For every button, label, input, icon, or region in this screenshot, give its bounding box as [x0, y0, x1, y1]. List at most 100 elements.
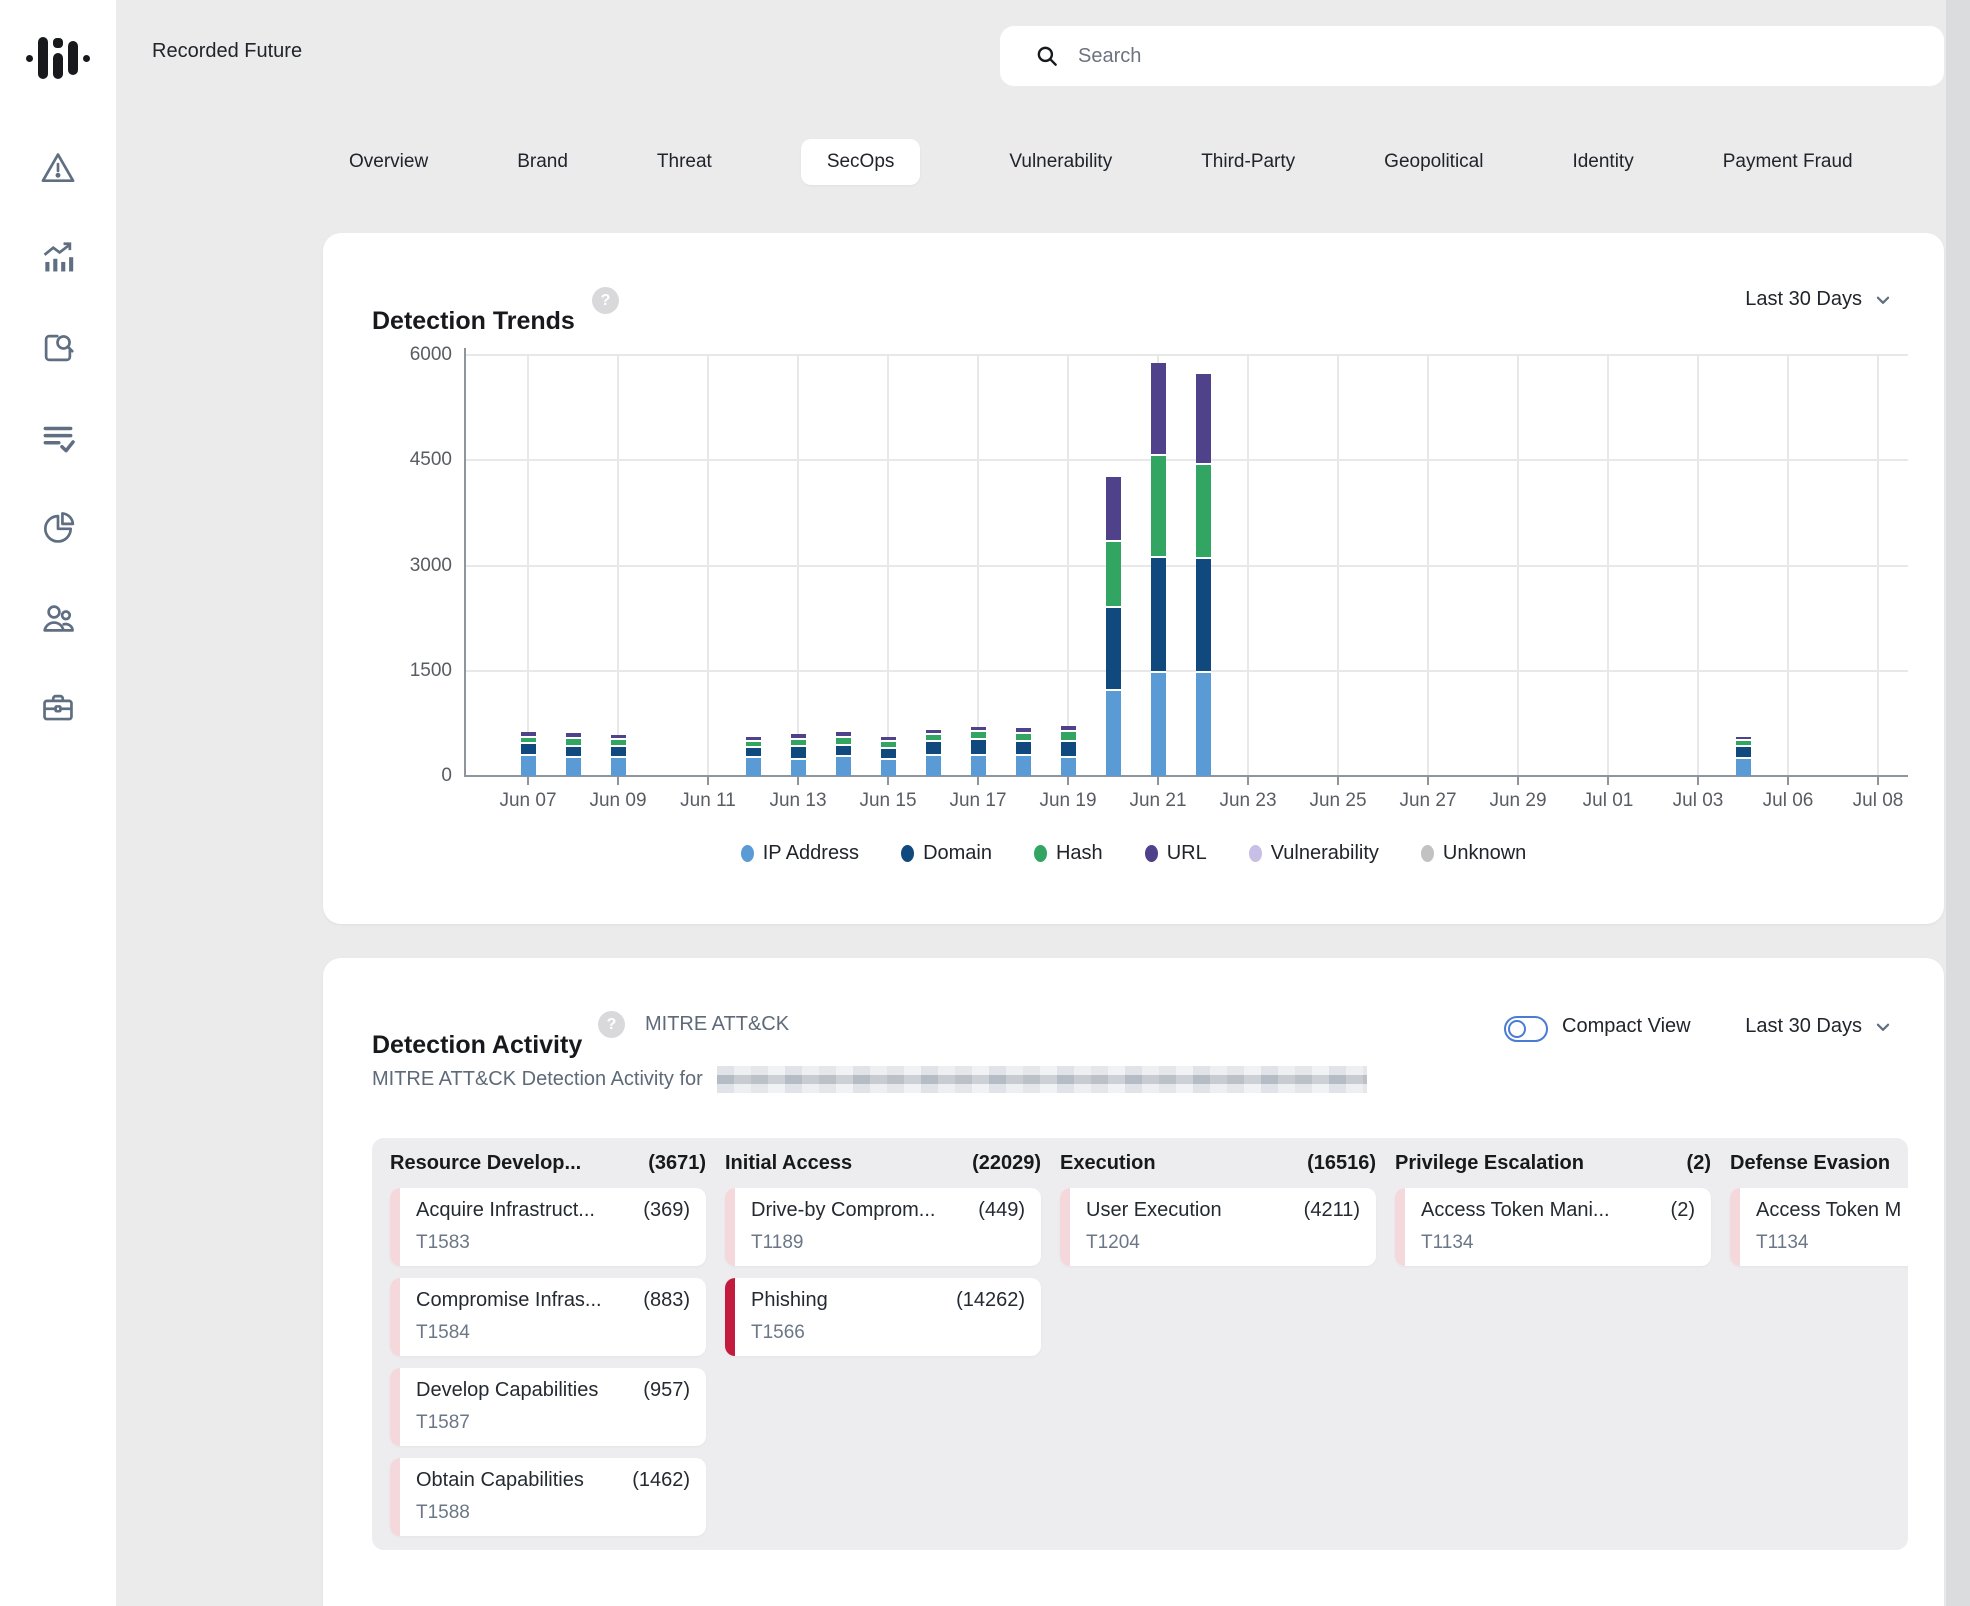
legend-item-unknown[interactable]: Unknown — [1421, 842, 1526, 865]
technique-card-t1584[interactable]: Compromise Infras...(883)T1584 — [390, 1278, 706, 1356]
bar-segment-ip-address[interactable] — [1061, 758, 1076, 776]
bar-segment-url[interactable] — [1196, 374, 1211, 465]
bar-segment-domain[interactable] — [1736, 747, 1751, 759]
bar-segment-hash[interactable] — [566, 739, 581, 747]
technique-card-t1204[interactable]: User Execution(4211)T1204 — [1060, 1188, 1376, 1266]
alert-triangle-icon[interactable] — [38, 148, 78, 188]
bar-segment-hash[interactable] — [1016, 734, 1031, 742]
bar-segment-hash[interactable] — [1151, 456, 1166, 558]
compact-view-toggle[interactable] — [1504, 1016, 1548, 1042]
bar-segment-url[interactable] — [1736, 737, 1751, 741]
bar-segment-ip-address[interactable] — [1106, 691, 1121, 776]
search-bar[interactable] — [1000, 26, 1944, 86]
bar-segment-domain[interactable] — [1196, 559, 1211, 673]
bar-segment-url[interactable] — [1106, 477, 1121, 542]
bar-segment-domain[interactable] — [881, 749, 896, 760]
list-check-icon[interactable] — [38, 418, 78, 458]
trends-time-range-select[interactable]: Last 30 Days — [1745, 288, 1892, 311]
tab-overview[interactable]: Overview — [349, 151, 428, 173]
briefcase-icon[interactable] — [38, 688, 78, 728]
legend-item-hash[interactable]: Hash — [1034, 842, 1103, 865]
tab-geopolitical[interactable]: Geopolitical — [1384, 151, 1483, 173]
bar-segment-ip-address[interactable] — [1151, 673, 1166, 776]
bar-segment-url[interactable] — [1151, 363, 1166, 456]
bar-chart-icon[interactable] — [38, 238, 78, 278]
bar-segment-hash[interactable] — [926, 735, 941, 741]
bar-segment-ip-address[interactable] — [1196, 673, 1211, 776]
help-icon[interactable]: ? — [592, 287, 619, 314]
legend-item-url[interactable]: URL — [1145, 842, 1207, 865]
bar-segment-url[interactable] — [1061, 726, 1076, 733]
pie-chart-icon[interactable] — [38, 508, 78, 548]
technique-card-t1134[interactable]: Access Token MT1134 — [1730, 1188, 1908, 1266]
bar-segment-hash[interactable] — [881, 742, 896, 748]
bar-segment-domain[interactable] — [611, 747, 626, 758]
tab-payment-fraud[interactable]: Payment Fraud — [1723, 151, 1853, 173]
activity-time-range-select[interactable]: Last 30 Days — [1745, 1015, 1892, 1038]
bar-segment-url[interactable] — [611, 735, 626, 741]
technique-card-t1134[interactable]: Access Token Mani...(2)T1134 — [1395, 1188, 1711, 1266]
bar-segment-ip-address[interactable] — [881, 760, 896, 776]
bar-segment-ip-address[interactable] — [1736, 759, 1751, 776]
bar-segment-url[interactable] — [1016, 728, 1031, 734]
legend-item-ip-address[interactable]: IP Address — [741, 842, 859, 865]
help-icon[interactable]: ? — [598, 1011, 625, 1038]
tab-third-party[interactable]: Third-Party — [1201, 151, 1295, 173]
legend-item-vulnerability[interactable]: Vulnerability — [1249, 842, 1379, 865]
legend-item-domain[interactable]: Domain — [901, 842, 992, 865]
tab-secops[interactable]: SecOps — [801, 139, 921, 185]
bar-segment-ip-address[interactable] — [611, 758, 626, 776]
bar-segment-url[interactable] — [746, 737, 761, 742]
bar-segment-ip-address[interactable] — [926, 756, 941, 776]
bar-segment-ip-address[interactable] — [791, 760, 806, 776]
bar-segment-hash[interactable] — [971, 732, 986, 740]
search-input[interactable] — [1076, 44, 1944, 69]
bar-segment-url[interactable] — [791, 734, 806, 740]
bar-segment-hash[interactable] — [836, 738, 851, 746]
bar-segment-domain[interactable] — [566, 747, 581, 758]
bar-segment-hash[interactable] — [521, 738, 536, 744]
bar-segment-domain[interactable] — [1151, 558, 1166, 672]
bar-segment-ip-address[interactable] — [566, 758, 581, 776]
bar-segment-domain[interactable] — [971, 740, 986, 755]
bar-segment-hash[interactable] — [1196, 465, 1211, 559]
bar-segment-domain[interactable] — [746, 748, 761, 759]
bar-segment-domain[interactable] — [791, 747, 806, 760]
bar-segment-url[interactable] — [926, 730, 941, 735]
technique-card-t1583[interactable]: Acquire Infrastruct...(369)T1583 — [390, 1188, 706, 1266]
bar-segment-domain[interactable] — [836, 746, 851, 757]
bar-segment-url[interactable] — [971, 727, 986, 733]
bar-segment-url[interactable] — [566, 733, 581, 739]
technique-card-t1566[interactable]: Phishing(14262)T1566 — [725, 1278, 1041, 1356]
technique-card-t1588[interactable]: Obtain Capabilities(1462)T1588 — [390, 1458, 706, 1536]
bar-segment-domain[interactable] — [926, 742, 941, 756]
bar-segment-ip-address[interactable] — [746, 758, 761, 776]
bar-segment-hash[interactable] — [1736, 741, 1751, 747]
bar-segment-hash[interactable] — [1106, 542, 1121, 607]
scrollbar-gutter[interactable] — [1946, 0, 1970, 1606]
tab-identity[interactable]: Identity — [1572, 151, 1633, 173]
tab-threat[interactable]: Threat — [657, 151, 712, 173]
tab-vulnerability[interactable]: Vulnerability — [1009, 151, 1112, 173]
technique-card-t1587[interactable]: Develop Capabilities(957)T1587 — [390, 1368, 706, 1446]
bar-segment-url[interactable] — [521, 732, 536, 738]
bar-segment-url[interactable] — [836, 732, 851, 738]
recorded-future-logo[interactable] — [0, 26, 116, 90]
bar-segment-ip-address[interactable] — [971, 756, 986, 776]
bar-segment-hash[interactable] — [791, 740, 806, 747]
bar-segment-hash[interactable] — [611, 740, 626, 747]
tab-brand[interactable]: Brand — [517, 151, 568, 173]
bar-segment-ip-address[interactable] — [521, 756, 536, 776]
bar-segment-url[interactable] — [881, 737, 896, 742]
bar-segment-domain[interactable] — [521, 744, 536, 756]
bar-segment-ip-address[interactable] — [836, 757, 851, 776]
bar-segment-domain[interactable] — [1106, 608, 1121, 691]
people-icon[interactable] — [38, 598, 78, 638]
technique-card-t1189[interactable]: Drive-by Comprom...(449)T1189 — [725, 1188, 1041, 1266]
bar-segment-hash[interactable] — [746, 742, 761, 748]
bar-segment-domain[interactable] — [1016, 742, 1031, 756]
bar-segment-domain[interactable] — [1061, 742, 1076, 758]
bar-segment-hash[interactable] — [1061, 732, 1076, 741]
bar-segment-ip-address[interactable] — [1016, 756, 1031, 776]
document-search-icon[interactable] — [38, 328, 78, 368]
